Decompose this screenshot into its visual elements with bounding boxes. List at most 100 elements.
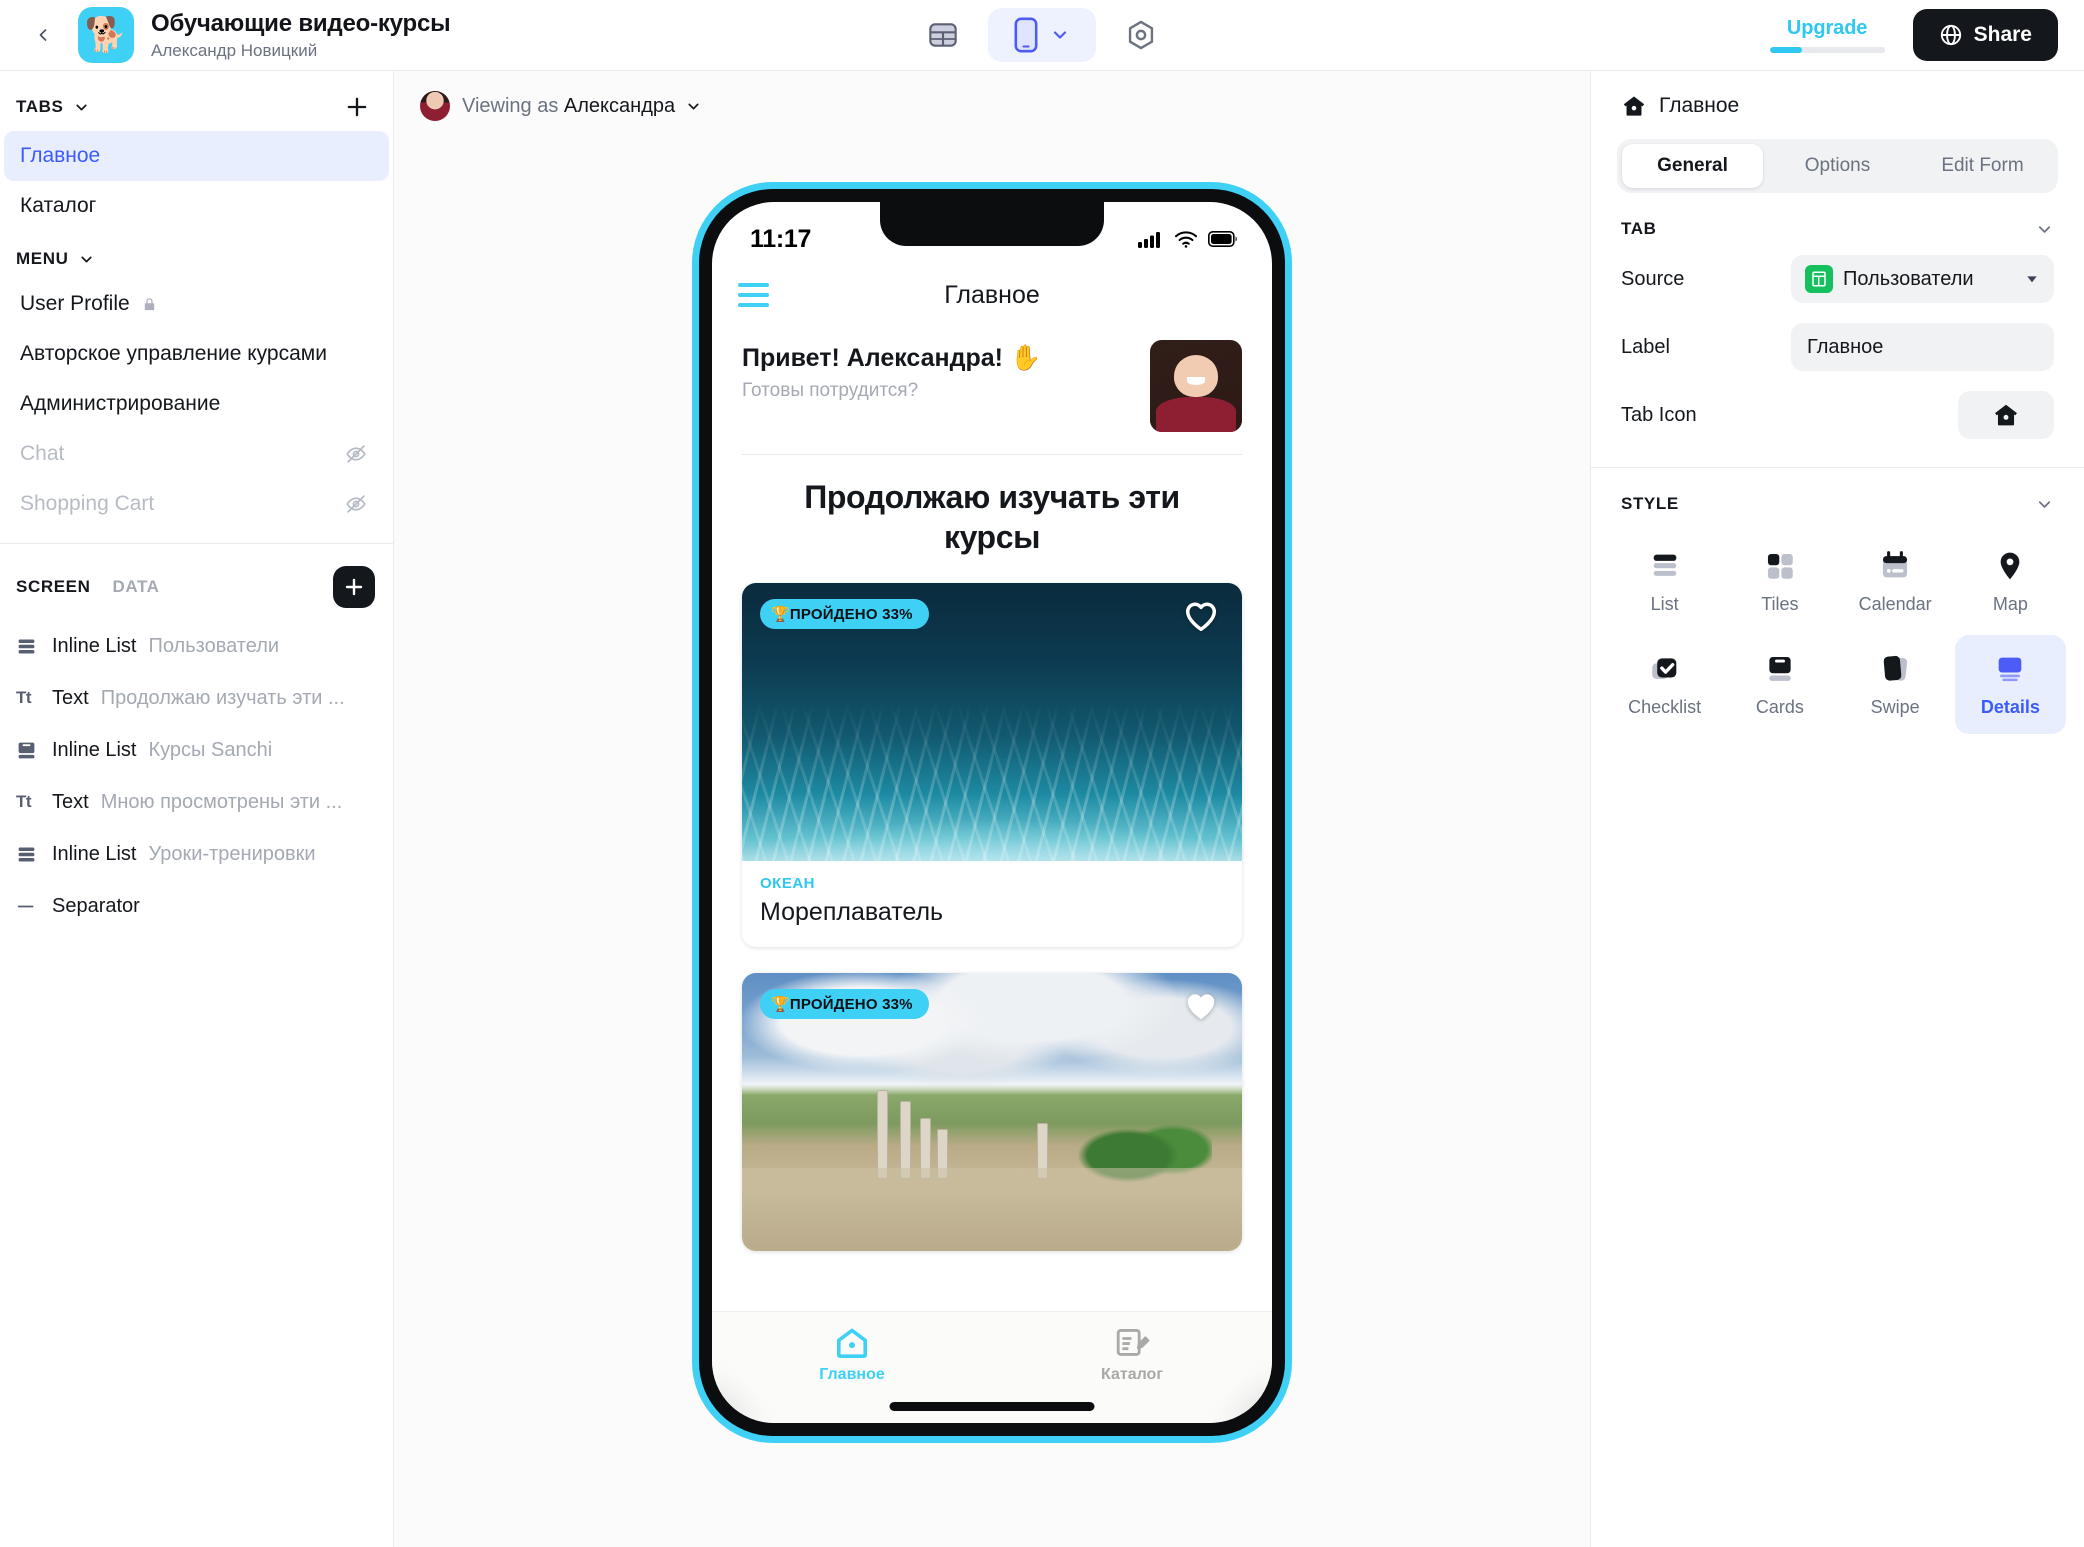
layer-item[interactable]: Tt Text Продолжаю изучать эти ... — [0, 672, 393, 724]
chevron-down-icon — [2038, 500, 2051, 508]
menu-collapse-button[interactable] — [78, 251, 95, 268]
upgrade-button[interactable]: Upgrade — [1769, 17, 1885, 53]
style-option-swipe[interactable]: Swipe — [1840, 635, 1951, 734]
share-label: Share — [1973, 23, 2032, 46]
style-option-details[interactable]: Details — [1954, 635, 2066, 734]
style-group-collapse-button[interactable] — [2035, 495, 2054, 514]
plus-icon — [345, 578, 363, 596]
layer-item[interactable]: Tt Text Мною просмотрены эти ... — [0, 776, 393, 828]
style-option-checklist[interactable]: Checklist — [1609, 635, 1720, 734]
chevron-down-icon[interactable] — [685, 98, 702, 115]
style-tiles-icon — [1763, 548, 1797, 584]
tab-general[interactable]: General — [1622, 144, 1763, 188]
greeting-block: Привет! Александра! ✋ Готовы потрудится? — [712, 326, 1272, 432]
add-tab-button[interactable] — [343, 93, 371, 121]
style-option-tiles[interactable]: Tiles — [1724, 532, 1835, 631]
screen-data-tabs: SCREEN DATA — [0, 544, 393, 620]
source-select[interactable]: Пользователи — [1791, 255, 2054, 303]
settings-button[interactable] — [1118, 12, 1164, 58]
style-options-grid: List Tiles Calendar Map Checklist Cards … — [1591, 520, 2084, 734]
course-image-ruins: 🏆ПРОЙДЕНО 33% — [742, 973, 1242, 1251]
home-icon — [1623, 96, 1645, 116]
sidebar-menu-author-courses[interactable]: Авторское управление курсами — [4, 329, 389, 379]
favorite-button[interactable] — [1182, 987, 1220, 1025]
layer-item[interactable]: Separator — [0, 880, 393, 932]
add-component-button[interactable] — [333, 566, 375, 608]
style-option-label: Map — [1992, 594, 2028, 614]
tab-group-collapse-button[interactable] — [2035, 220, 2054, 239]
google-sheet-icon — [1805, 265, 1833, 293]
chevron-down-icon — [1053, 31, 1067, 39]
style-option-cards[interactable]: Cards — [1724, 635, 1835, 734]
phone-frame: 11:17 Главное Привет! Александра! ✋ Гото… — [699, 189, 1285, 1436]
table-view-button[interactable] — [920, 12, 966, 58]
course-card-body: ОКЕАН Мореплаватель — [742, 861, 1242, 947]
share-button[interactable]: Share — [1912, 9, 2058, 61]
sidebar-menu-label: Администрирование — [20, 392, 221, 415]
sidebar-menu-administration[interactable]: Администрирование — [4, 379, 389, 429]
app-tab-glavnoe[interactable]: Главное — [712, 1312, 992, 1397]
course-title: Мореплаватель — [760, 898, 944, 926]
style-option-list[interactable]: List — [1609, 532, 1720, 631]
wifi-icon — [1174, 231, 1198, 248]
label-input[interactable]: Главное — [1791, 323, 2054, 371]
hidden-eye-icon[interactable] — [345, 443, 367, 465]
source-value: Пользователи — [1843, 267, 1974, 290]
sidebar-menu-shopping-cart[interactable]: Shopping Cart — [4, 479, 389, 529]
label-label: Label — [1621, 335, 1670, 358]
style-option-label: Swipe — [1870, 697, 1920, 717]
phone-preview: 11:17 Главное Привет! Александра! ✋ Гото… — [394, 121, 1590, 1547]
layer-value: Пользователи — [148, 634, 280, 657]
chevron-left-icon — [39, 29, 47, 41]
tab-icon-label: Tab Icon — [1621, 403, 1697, 426]
viewing-as-prefix: Viewing as — [462, 94, 559, 117]
style-option-map[interactable]: Map — [1955, 532, 2066, 631]
back-button[interactable] — [26, 18, 60, 52]
tabs-collapse-button[interactable] — [73, 99, 90, 116]
text-icon: Tt — [16, 792, 32, 811]
layer-type: Separator — [52, 894, 140, 917]
tab-screen[interactable]: SCREEN — [16, 577, 90, 597]
layer-type: Inline List — [52, 634, 137, 657]
tab-icon-picker[interactable] — [1958, 391, 2054, 439]
layer-item[interactable]: Inline List Пользователи — [0, 620, 393, 672]
hidden-eye-icon[interactable] — [345, 493, 367, 515]
course-card[interactable]: 🏆ПРОЙДЕНО 33% — [742, 973, 1242, 1251]
list-rows-icon — [16, 636, 46, 657]
plus-icon — [347, 97, 367, 117]
lock-icon — [142, 296, 157, 313]
style-option-label: Cards — [1755, 697, 1804, 717]
course-card[interactable]: 🏆ПРОЙДЕНО 33% ОКЕАН Мореплаватель — [742, 583, 1242, 947]
style-option-label: Checklist — [1628, 697, 1702, 717]
tab-group-header: TAB — [1591, 193, 2084, 245]
status-time: 11:17 — [750, 224, 812, 253]
preview-canvas: Viewing as Александра 11:17 Главное Прив… — [394, 71, 1590, 1547]
layer-item[interactable]: Inline List Уроки-тренировки — [0, 828, 393, 880]
globe-icon — [1940, 24, 1961, 46]
layer-type: Inline List — [52, 842, 137, 865]
sidebar-menu-user-profile[interactable]: User Profile — [4, 279, 389, 329]
greeting-heading: Привет! Александра! ✋ — [742, 344, 1042, 372]
cards-icon — [16, 740, 46, 761]
style-cards-icon — [1763, 651, 1797, 687]
device-preview-selector[interactable] — [988, 8, 1096, 62]
style-option-calendar[interactable]: Calendar — [1840, 532, 1951, 631]
layer-value: Продолжаю изучать эти ... — [100, 686, 345, 709]
tab-edit-form[interactable]: Edit Form — [1912, 144, 2053, 188]
tab-options[interactable]: Options — [1767, 144, 1908, 188]
chevron-down-icon — [76, 104, 88, 110]
app-nav-title: Главное — [944, 280, 1040, 309]
hamburger-menu-icon[interactable] — [738, 283, 769, 307]
layer-item[interactable]: Inline List Курсы Sanchi — [0, 724, 393, 776]
sidebar-tab-katalog[interactable]: Каталог — [4, 181, 389, 231]
app-title: Обучающие видео-курсы — [151, 9, 451, 37]
favorite-button[interactable] — [1182, 597, 1220, 635]
layer-type: Text — [52, 790, 89, 813]
settings-hex-icon — [1128, 20, 1154, 50]
app-tab-katalog[interactable]: Каталог — [992, 1312, 1272, 1397]
sidebar-menu-chat[interactable]: Chat — [4, 429, 389, 479]
tab-data[interactable]: DATA — [112, 577, 159, 597]
viewing-as-selector[interactable]: Viewing as Александра — [394, 71, 1590, 121]
app-content: Привет! Александра! ✋ Готовы потрудится?… — [712, 326, 1272, 1423]
sidebar-tab-glavnoe[interactable]: Главное — [4, 131, 389, 181]
